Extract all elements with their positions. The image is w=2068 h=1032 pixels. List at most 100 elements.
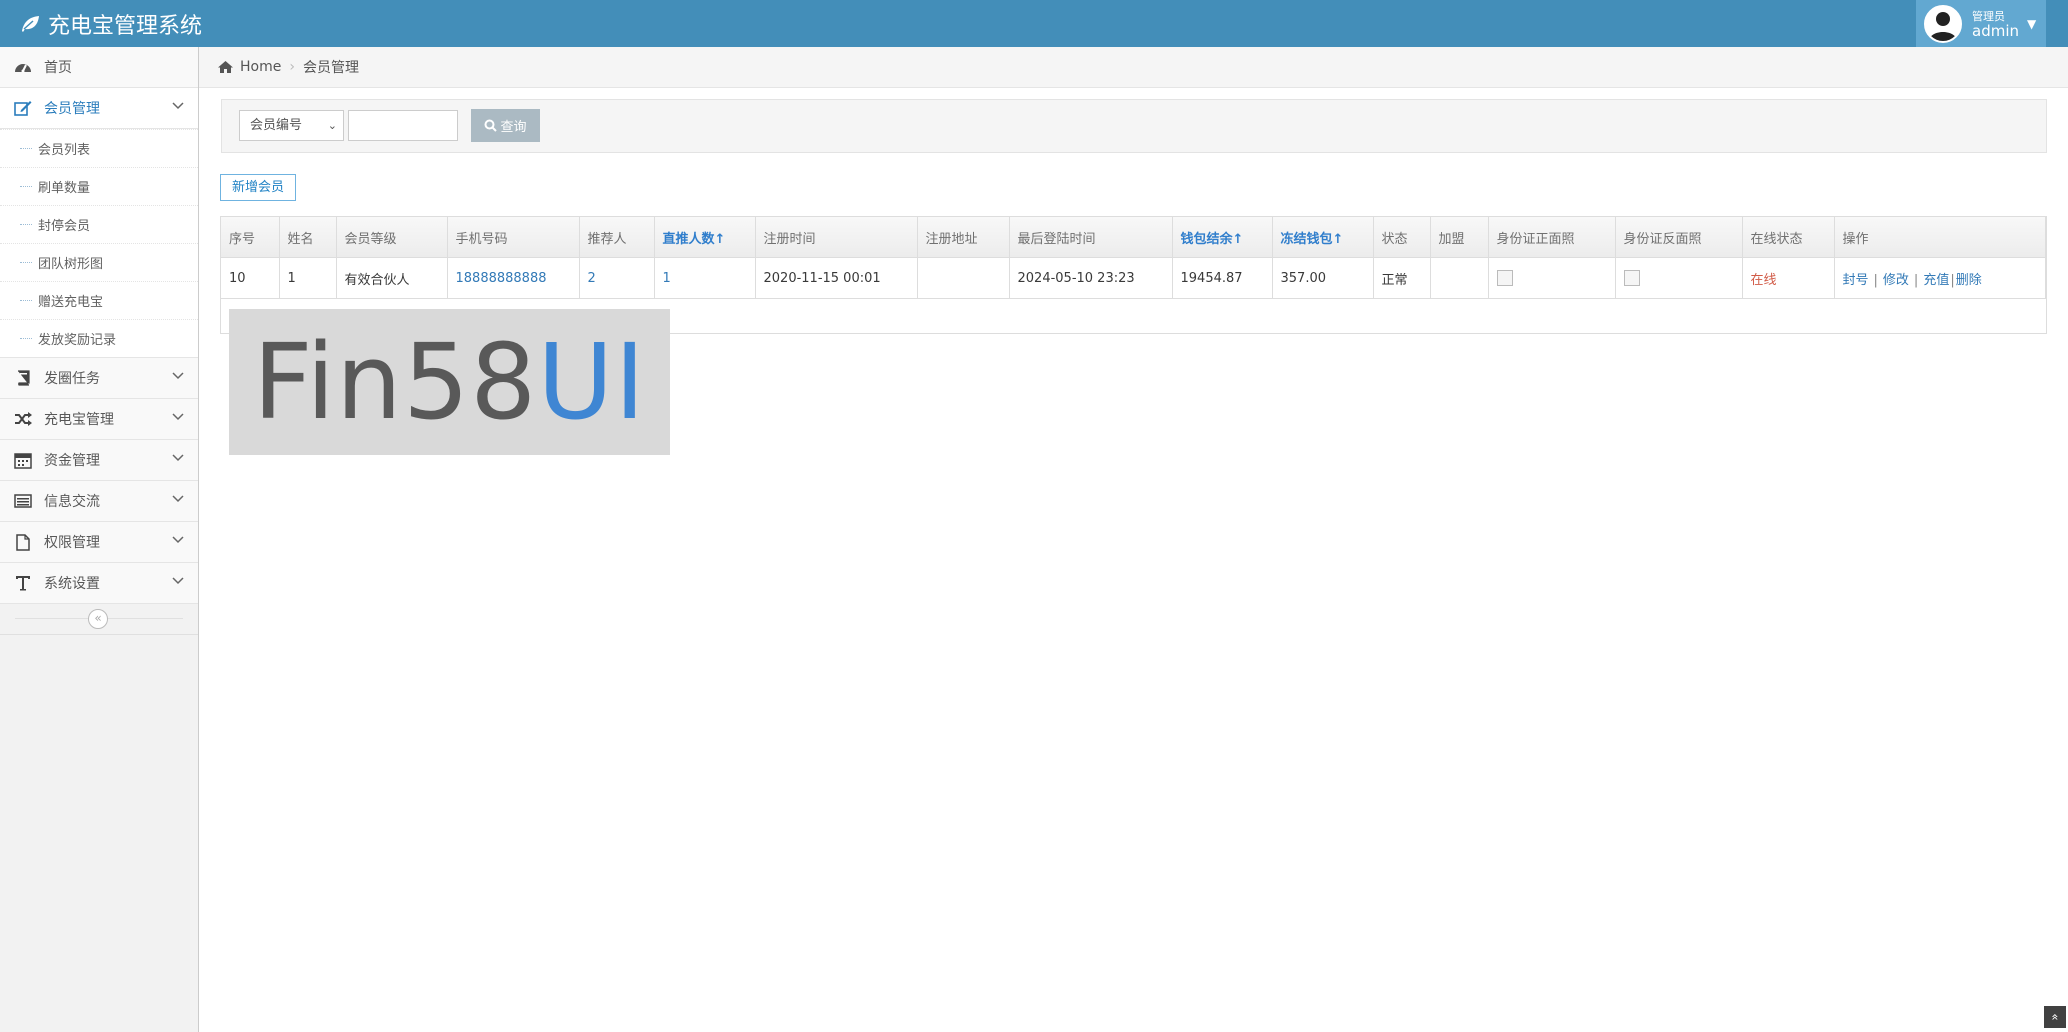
search-field-select[interactable]: 会员编号 ⌄	[239, 110, 344, 141]
brand[interactable]: 充电宝管理系统	[20, 0, 202, 47]
id-back-image[interactable]	[1623, 270, 1640, 286]
avatar	[1924, 4, 1962, 43]
cell-frozen: 357.00	[1272, 257, 1374, 299]
search-input[interactable]	[348, 110, 458, 141]
edit-icon	[14, 101, 32, 116]
chevron-down-icon	[172, 102, 184, 110]
submenu-item-order-count[interactable]: 刷单数量	[0, 167, 198, 205]
column-header: 推荐人	[579, 217, 655, 258]
search-button-label: 查询	[500, 120, 527, 135]
breadcrumb-home[interactable]: Home	[240, 59, 281, 75]
column-header: 身份证正面照	[1488, 217, 1616, 258]
sidebar-item-powerbank[interactable]: 充电宝管理	[0, 399, 198, 440]
sidebar-item-permissions[interactable]: 权限管理	[0, 522, 198, 563]
top-navbar: 充电宝管理系统 管理员 admin ▼	[0, 0, 2068, 47]
breadcrumb: Home › 会员管理	[199, 47, 2068, 88]
cell-last-login: 2024-05-10 23:23	[1009, 257, 1173, 299]
app-title: 充电宝管理系统	[48, 13, 203, 39]
column-header: 注册地址	[917, 217, 1010, 258]
chevron-down-icon	[172, 454, 184, 462]
column-header: 最后登陆时间	[1009, 217, 1173, 258]
submenu-item-gift-powerbank[interactable]: 赠送充电宝	[0, 281, 198, 319]
sidebar-item-label: 首页	[44, 60, 72, 76]
table-header-row: 序号 姓名 会员等级 手机号码 推荐人 直推人数↑ 注册时间 注册地址 最后登陆…	[221, 217, 2046, 258]
submenu-item-member-list[interactable]: 会员列表	[0, 129, 198, 167]
column-header: 在线状态	[1742, 217, 1835, 258]
chevron-down-icon	[172, 577, 184, 585]
watermark-text-a: Fin58	[252, 321, 538, 443]
phone-link[interactable]: 18888888888	[456, 271, 547, 286]
cell-id: 10	[221, 257, 280, 299]
cell-operations: 封号 | 修改 | 充值|删除	[1834, 257, 2046, 299]
sidebar-item-label: 会员管理	[44, 101, 100, 117]
sidebar-item-label: 充电宝管理	[44, 412, 114, 428]
sidebar-item-label: 权限管理	[44, 535, 100, 551]
calendar-icon	[14, 452, 32, 469]
sidebar: 首页 会员管理 会员列表 刷单数量 封停会员 团队树形图 赠送充电宝 发放奖励记…	[0, 47, 199, 1032]
column-header: 注册时间	[755, 217, 918, 258]
search-field-selected: 会员编号	[250, 118, 303, 133]
chevron-down-icon	[172, 536, 184, 544]
user-name: admin	[1972, 21, 2019, 40]
chevron-right-icon: ›	[289, 59, 295, 75]
chevron-down-icon	[172, 413, 184, 421]
sortable-column-header[interactable]: 直推人数↑	[654, 217, 756, 258]
scroll-top-button[interactable]: »	[2044, 1006, 2066, 1028]
sidebar-item-tasks[interactable]: 发圈任务	[0, 358, 198, 399]
sidebar-item-settings[interactable]: 系统设置	[0, 563, 198, 604]
direct-count-link[interactable]: 1	[663, 271, 671, 286]
double-angle-left-icon[interactable]: «	[88, 609, 108, 629]
book-icon	[18, 370, 30, 386]
chevron-down-icon	[172, 372, 184, 380]
cell-wallet: 19454.87	[1172, 257, 1273, 299]
sidebar-collapse-bar: «	[0, 604, 198, 635]
members-submenu: 会员列表 刷单数量 封停会员 团队树形图 赠送充电宝 发放奖励记录	[0, 129, 198, 358]
cell-reg-time: 2020-11-15 00:01	[755, 257, 918, 299]
list-icon	[14, 494, 32, 508]
sidebar-item-home[interactable]: 首页	[0, 47, 198, 88]
sidebar-item-label: 资金管理	[44, 453, 100, 469]
chevron-down-icon: ⌄	[327, 119, 337, 132]
leaf-icon	[22, 15, 39, 32]
watermark-text-b: UI	[537, 321, 647, 443]
add-member-button[interactable]: 新增会员	[220, 174, 296, 201]
file-icon	[16, 533, 30, 551]
cell-reg-addr	[917, 257, 1010, 299]
user-avatar-icon	[1926, 6, 1960, 41]
sortable-column-header[interactable]: 冻结钱包↑	[1272, 217, 1374, 258]
random-icon	[15, 412, 32, 426]
cell-name: 1	[279, 257, 337, 299]
id-front-image[interactable]	[1496, 270, 1513, 286]
column-header: 状态	[1373, 217, 1431, 258]
submenu-item-team-tree[interactable]: 团队树形图	[0, 243, 198, 281]
cell-join	[1430, 257, 1489, 299]
sortable-column-header[interactable]: 钱包结余↑	[1172, 217, 1273, 258]
home-icon	[218, 61, 233, 73]
search-button[interactable]: 查询	[471, 109, 540, 142]
referrer-link[interactable]: 2	[588, 271, 596, 286]
delete-link[interactable]: 删除	[1956, 273, 1982, 288]
double-angle-up-icon: »	[2048, 1013, 2062, 1021]
submenu-item-suspended[interactable]: 封停会员	[0, 205, 198, 243]
recharge-link[interactable]: 充值	[1923, 273, 1949, 288]
submenu-item-reward-records[interactable]: 发放奖励记录	[0, 319, 198, 357]
caret-down-icon: ▼	[2027, 16, 2037, 31]
ban-link[interactable]: 封号	[1843, 273, 1869, 288]
chevron-down-icon	[172, 495, 184, 503]
search-icon	[484, 119, 498, 132]
cell-status: 正常	[1373, 257, 1431, 299]
user-menu[interactable]: 管理员 admin ▼	[1916, 0, 2046, 47]
tachometer-icon	[15, 64, 31, 73]
watermark-logo: Fin58 UI	[229, 309, 670, 455]
edit-link[interactable]: 修改	[1883, 273, 1909, 288]
sidebar-item-messages[interactable]: 信息交流	[0, 481, 198, 522]
column-header: 序号	[221, 217, 280, 258]
table-row: 10 1 有效合伙人 18888888888 2 1 2020-11-15 00…	[221, 257, 2046, 299]
column-header: 手机号码	[447, 217, 580, 258]
sidebar-item-members[interactable]: 会员管理	[0, 88, 198, 129]
sidebar-item-funds[interactable]: 资金管理	[0, 440, 198, 481]
column-header: 会员等级	[336, 217, 448, 258]
column-header: 操作	[1834, 217, 2046, 258]
column-header: 姓名	[279, 217, 337, 258]
sidebar-item-label: 发圈任务	[44, 371, 100, 387]
